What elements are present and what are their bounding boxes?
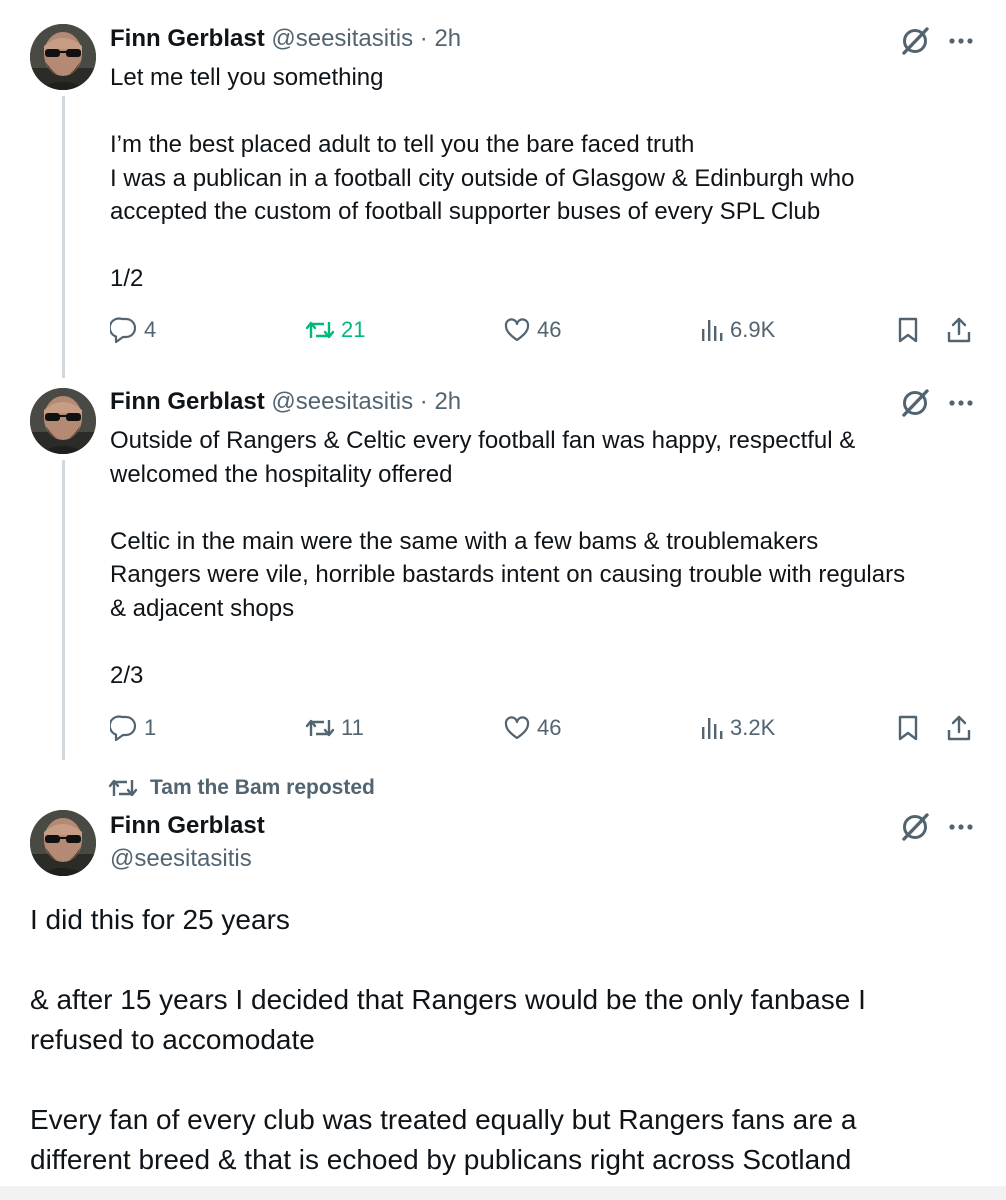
repost-icon	[305, 316, 335, 344]
separator-dot: ·	[419, 25, 428, 52]
tweet-header: Finn Gerblast	[110, 811, 265, 841]
grok-icon[interactable]	[900, 26, 930, 56]
tweet-text: Let me tell you something I’m the best p…	[110, 61, 990, 296]
repost-count: 21	[341, 317, 366, 342]
text-line: I did this for 25 years	[30, 904, 290, 935]
tweet-header: Finn Gerblast @seesitasitis · 2h	[110, 24, 461, 54]
views-button[interactable]: 6.9K	[700, 316, 775, 344]
author-name[interactable]: Finn Gerblast	[110, 25, 265, 52]
share-icon	[945, 316, 973, 344]
like-button[interactable]: 46	[503, 316, 561, 344]
like-icon	[503, 714, 531, 742]
grok-icon[interactable]	[900, 812, 930, 842]
avatar-image	[30, 810, 96, 876]
timestamp[interactable]: 2h	[434, 388, 461, 415]
bookmark-icon	[895, 714, 921, 742]
reply-icon	[110, 714, 138, 742]
avatar-image	[30, 24, 96, 90]
like-count: 46	[537, 715, 562, 740]
repost-count: 11	[341, 715, 364, 740]
like-button[interactable]: 46	[503, 714, 561, 742]
avatar-image	[30, 388, 96, 454]
reply-button[interactable]: 4	[110, 316, 156, 344]
text-line: refused to accomodate	[30, 1024, 315, 1055]
avatar[interactable]	[30, 810, 96, 876]
share-button[interactable]	[945, 316, 973, 344]
timestamp[interactable]: 2h	[434, 25, 461, 52]
repost-button[interactable]: 21	[305, 316, 365, 344]
author-handle[interactable]: @seesitasitis	[271, 388, 413, 415]
like-count: 46	[537, 317, 562, 342]
like-icon	[503, 316, 531, 344]
text-line: 1/2	[110, 265, 144, 292]
author-name[interactable]: Finn Gerblast	[110, 812, 265, 839]
share-button[interactable]	[945, 714, 973, 742]
bottom-edge	[0, 1186, 1006, 1200]
text-line: I was a publican in a football city outs…	[110, 164, 855, 192]
author-name[interactable]: Finn Gerblast	[110, 388, 265, 415]
views-button[interactable]: 3.2K	[700, 714, 775, 742]
reply-count: 4	[144, 317, 157, 342]
tweet[interactable]: Finn Gerblast @seesitasitis · 2h Outside…	[0, 370, 1006, 760]
avatar[interactable]	[30, 24, 96, 90]
share-icon	[945, 714, 973, 742]
repost-icon	[305, 714, 335, 742]
views-count: 6.9K	[730, 317, 776, 342]
text-line: Celtic in the main were the same with a …	[110, 527, 819, 555]
repost-attribution[interactable]: Tam the Bam reposted	[108, 774, 375, 802]
text-line: Rangers were vile, horrible bastards int…	[110, 561, 906, 588]
views-icon	[700, 714, 724, 742]
tweet-header: Finn Gerblast @seesitasitis · 2h	[110, 387, 461, 417]
more-icon[interactable]	[946, 26, 976, 56]
repost-button[interactable]: 11	[305, 714, 364, 742]
more-icon[interactable]	[946, 812, 976, 842]
views-count: 3.2K	[730, 715, 776, 740]
bookmark-button[interactable]	[895, 316, 921, 344]
bookmark-icon	[895, 316, 921, 344]
tweet-text: Outside of Rangers & Celtic every footba…	[110, 424, 990, 692]
text-line: & adjacent shops	[110, 594, 295, 622]
more-icon[interactable]	[946, 388, 976, 418]
avatar[interactable]	[30, 388, 96, 454]
text-line: accepted the custom of football supporte…	[110, 198, 821, 225]
text-line: different breed & that is echoed by publ…	[30, 1144, 852, 1175]
reply-count: 1	[144, 715, 157, 740]
text-line: & after 15 years I decided that Rangers …	[30, 984, 866, 1015]
grok-icon[interactable]	[900, 388, 930, 418]
tweet-text: I did this for 25 years & after 15 years…	[30, 900, 990, 1180]
reply-button[interactable]: 1	[110, 714, 156, 742]
reply-icon	[110, 316, 138, 344]
tweet[interactable]: Finn Gerblast @seesitasitis · 2h Let me …	[0, 0, 1006, 370]
text-line: Outside of Rangers & Celtic every footba…	[110, 427, 856, 454]
text-line: I’m the best placed adult to tell you th…	[110, 131, 695, 158]
repost-label: Tam the Bam reposted	[150, 776, 375, 799]
text-line: welcomed the hospitality offered	[110, 460, 453, 488]
text-line: Every fan of every club was treated equa…	[30, 1104, 857, 1135]
main-tweet[interactable]: Finn Gerblast @seesitasitis I did this f…	[0, 800, 1006, 1200]
repost-icon	[108, 774, 138, 802]
author-handle[interactable]: @seesitasitis	[271, 25, 413, 52]
separator-dot: ·	[419, 388, 428, 415]
bookmark-button[interactable]	[895, 714, 921, 742]
author-handle[interactable]: @seesitasitis	[110, 844, 252, 874]
text-line: 2/3	[110, 661, 144, 689]
views-icon	[700, 316, 724, 344]
text-line: Let me tell you something	[110, 64, 384, 91]
